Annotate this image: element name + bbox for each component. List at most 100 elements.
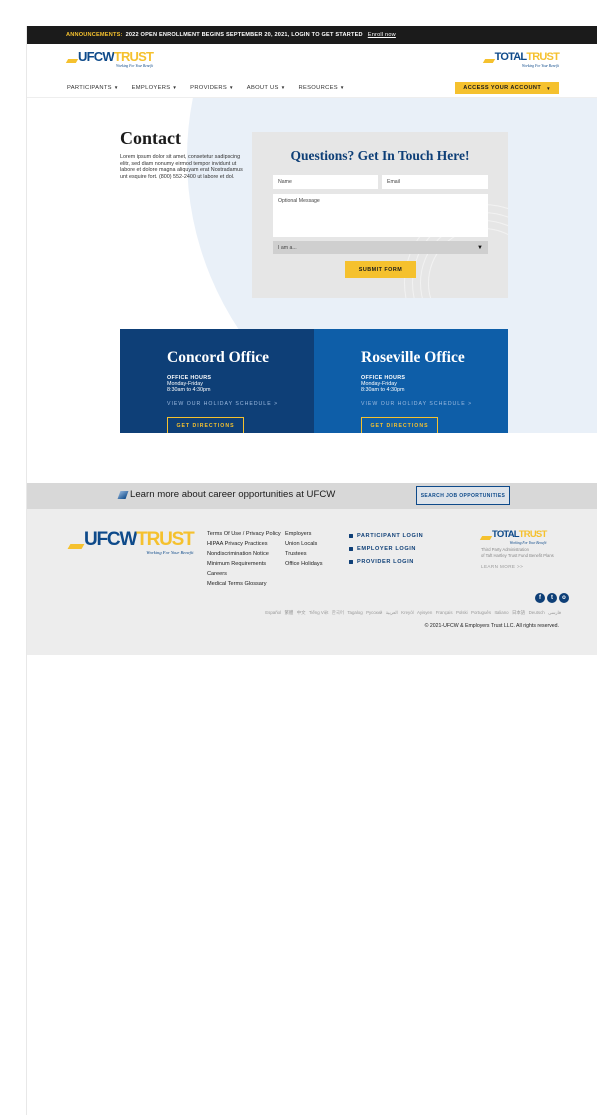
learn-more-link[interactable]: LEARN MORE >> xyxy=(481,564,523,569)
employer-login-link[interactable]: EMPLOYER LOGIN xyxy=(349,543,423,556)
footer-ufcw-logo[interactable]: UFCW TRUST Working For Your Benefit xyxy=(67,529,195,555)
footer-link[interactable]: Nondiscrimination Notice xyxy=(207,549,281,559)
participant-login-link[interactable]: PARTICIPANT LOGIN xyxy=(349,530,423,543)
footer-link[interactable]: Employers xyxy=(285,529,323,539)
holiday-schedule-link[interactable]: VIEW OUR HOLIDAY SCHEDULE > xyxy=(167,401,314,407)
office-name: Concord Office xyxy=(167,349,270,366)
caret-down-icon: ▼ xyxy=(477,244,483,251)
language-link[interactable]: Deutsch xyxy=(529,610,545,616)
main-nav: PARTICIPANTS ▼ EMPLOYERS ▼ PROVIDERS ▼ ABOU… xyxy=(27,78,597,98)
language-link[interactable]: 繁體 xyxy=(285,610,294,616)
logo-word-2: TRUST xyxy=(526,51,559,63)
language-link[interactable]: العربية xyxy=(386,610,398,616)
announcement-bar: ANNOUNCEMENTS: 2022 OPEN ENROLLMENT BEGI… xyxy=(27,26,597,44)
office-hours: 8:30am to 4:30pm xyxy=(361,387,405,393)
language-link[interactable]: فارسی xyxy=(548,610,561,616)
login-label: EMPLOYER LOGIN xyxy=(357,546,417,552)
office-hours: 8:30am to 4:30pm xyxy=(167,387,211,393)
nav-label: PROVIDERS xyxy=(190,84,228,91)
logo-word-1: TOTAL xyxy=(494,51,527,63)
footer-link[interactable]: Medical Terms Glossary xyxy=(207,579,281,589)
careers-label: Learn more about career opportunities at… xyxy=(130,489,336,500)
contact-form: Questions? Get In Touch Here! Name Email… xyxy=(252,132,508,298)
language-link[interactable]: Tagalog xyxy=(347,610,362,616)
provider-login-link[interactable]: PROVIDER LOGIN xyxy=(349,556,423,569)
decorative-rings xyxy=(428,228,508,298)
nav-providers[interactable]: PROVIDERS ▼ xyxy=(190,85,234,91)
pen-icon xyxy=(117,490,129,499)
email-field[interactable]: Email xyxy=(382,175,488,189)
announcement-text: 2022 OPEN ENROLLMENT BEGINS SEPTEMBER 20… xyxy=(125,32,363,38)
footer-link[interactable]: Minimum Requirements xyxy=(207,559,281,569)
lock-icon xyxy=(349,559,353,564)
nav-label: PARTICIPANTS xyxy=(67,84,112,91)
nav-employers[interactable]: EMPLOYERS ▼ xyxy=(132,85,178,91)
nav-label: EMPLOYERS xyxy=(131,84,171,91)
nav-label: ABOUT US xyxy=(246,84,279,91)
role-select[interactable]: I am a... ▼ xyxy=(273,241,488,254)
language-link[interactable]: Français xyxy=(436,610,453,616)
tpa-line: of Taft Hartley Trust Fund Benefit Plans xyxy=(481,552,554,558)
language-link[interactable]: Português xyxy=(471,610,491,616)
page: ANNOUNCEMENTS: 2022 OPEN ENROLLMENT BEGI… xyxy=(26,26,597,1115)
message-field[interactable]: Optional Message xyxy=(273,194,488,237)
logo-tagline: Working For Your Benefit xyxy=(116,64,154,68)
social-links: f t o xyxy=(535,593,569,603)
page-title: Contact xyxy=(120,128,181,148)
caret-down-icon: ▼ xyxy=(280,85,286,90)
enroll-now-link[interactable]: Enroll now xyxy=(368,32,396,38)
role-select-value: I am a... xyxy=(278,244,297,251)
logo-word-1: UFCW xyxy=(78,49,115,64)
twitter-icon[interactable]: t xyxy=(547,593,557,603)
name-field[interactable]: Name xyxy=(273,175,378,189)
careers-text: Learn more about career opportunities at… xyxy=(117,489,336,500)
get-directions-button[interactable]: GET DIRECTIONS xyxy=(167,417,244,433)
footer-total-trust-logo[interactable]: TOTAL TRUST Working For Your Benefit xyxy=(479,530,547,545)
contact-body: Lorem ipsum dolor sit amet, consetetur s… xyxy=(120,154,243,180)
contact-intro: Contact Lorem ipsum dolor sit amet, cons… xyxy=(120,128,245,180)
footer-link[interactable]: HIPAA Privacy Practices xyxy=(207,539,281,549)
logo-word-1: UFCW xyxy=(84,529,137,550)
concord-office-card: Concord Office OFFICE HOURS Monday-Frida… xyxy=(120,329,314,433)
logo-swoosh-icon xyxy=(482,59,495,63)
language-link[interactable]: Tiếng Việt xyxy=(309,610,329,616)
nav-label: RESOURCES xyxy=(298,84,338,91)
holiday-schedule-link[interactable]: VIEW OUR HOLIDAY SCHEDULE > xyxy=(361,401,508,407)
access-account-label: ACCESS YOUR ACCOUNT xyxy=(463,85,542,91)
login-label: PROVIDER LOGIN xyxy=(357,559,414,565)
language-link[interactable]: Kreyòl xyxy=(401,610,413,616)
caret-down-icon: ▼ xyxy=(339,85,345,90)
caret-down-icon: ▼ xyxy=(546,85,551,91)
form-title: Questions? Get In Touch Here! xyxy=(290,148,470,163)
offices: Concord Office OFFICE HOURS Monday-Frida… xyxy=(120,329,508,433)
language-link[interactable]: 日本語 xyxy=(512,610,525,616)
search-jobs-button[interactable]: SEARCH JOB OPPORTUNITIES xyxy=(416,486,510,505)
footer-link[interactable]: Careers xyxy=(207,569,281,579)
total-trust-logo[interactable]: TOTAL TRUST Working For Your Benefit xyxy=(482,51,560,68)
access-account-button[interactable]: ACCESS YOUR ACCOUNT ▼ xyxy=(455,82,559,94)
language-link[interactable]: Русский xyxy=(366,610,382,616)
site-footer: UFCW TRUST Working For Your Benefit Terms… xyxy=(27,509,597,655)
lock-icon xyxy=(349,546,353,551)
instagram-icon[interactable]: o xyxy=(559,593,569,603)
language-link[interactable]: 中文 xyxy=(297,610,306,616)
logo-tagline: Working For Your Benefit xyxy=(509,540,547,545)
footer-link[interactable]: Trustees xyxy=(285,549,323,559)
facebook-icon[interactable]: f xyxy=(535,593,545,603)
language-link[interactable]: Ayisyen xyxy=(417,610,432,616)
language-link[interactable]: Polski xyxy=(456,610,468,616)
footer-link[interactable]: Terms Of Use / Privacy Policy xyxy=(207,529,281,539)
nav-about-us[interactable]: ABOUT US ▼ xyxy=(247,85,286,91)
language-link[interactable]: 한국어 xyxy=(332,610,344,616)
caret-down-icon: ▼ xyxy=(172,85,178,90)
submit-form-button[interactable]: SUBMIT FORM xyxy=(345,261,416,278)
nav-participants[interactable]: PARTICIPANTS ▼ xyxy=(67,85,119,91)
nav-resources[interactable]: RESOURCES ▼ xyxy=(298,85,344,91)
ufcw-trust-logo[interactable]: UFCW TRUST Working For Your Benefit xyxy=(65,49,154,68)
language-link[interactable]: Italiano xyxy=(494,610,508,616)
footer-logins: PARTICIPANT LOGIN EMPLOYER LOGIN PROVIDE… xyxy=(349,530,423,569)
get-directions-button[interactable]: GET DIRECTIONS xyxy=(361,417,438,433)
language-link[interactable]: Español xyxy=(265,610,281,616)
footer-link[interactable]: Union Locals xyxy=(285,539,323,549)
footer-link[interactable]: Office Holidays xyxy=(285,559,323,569)
